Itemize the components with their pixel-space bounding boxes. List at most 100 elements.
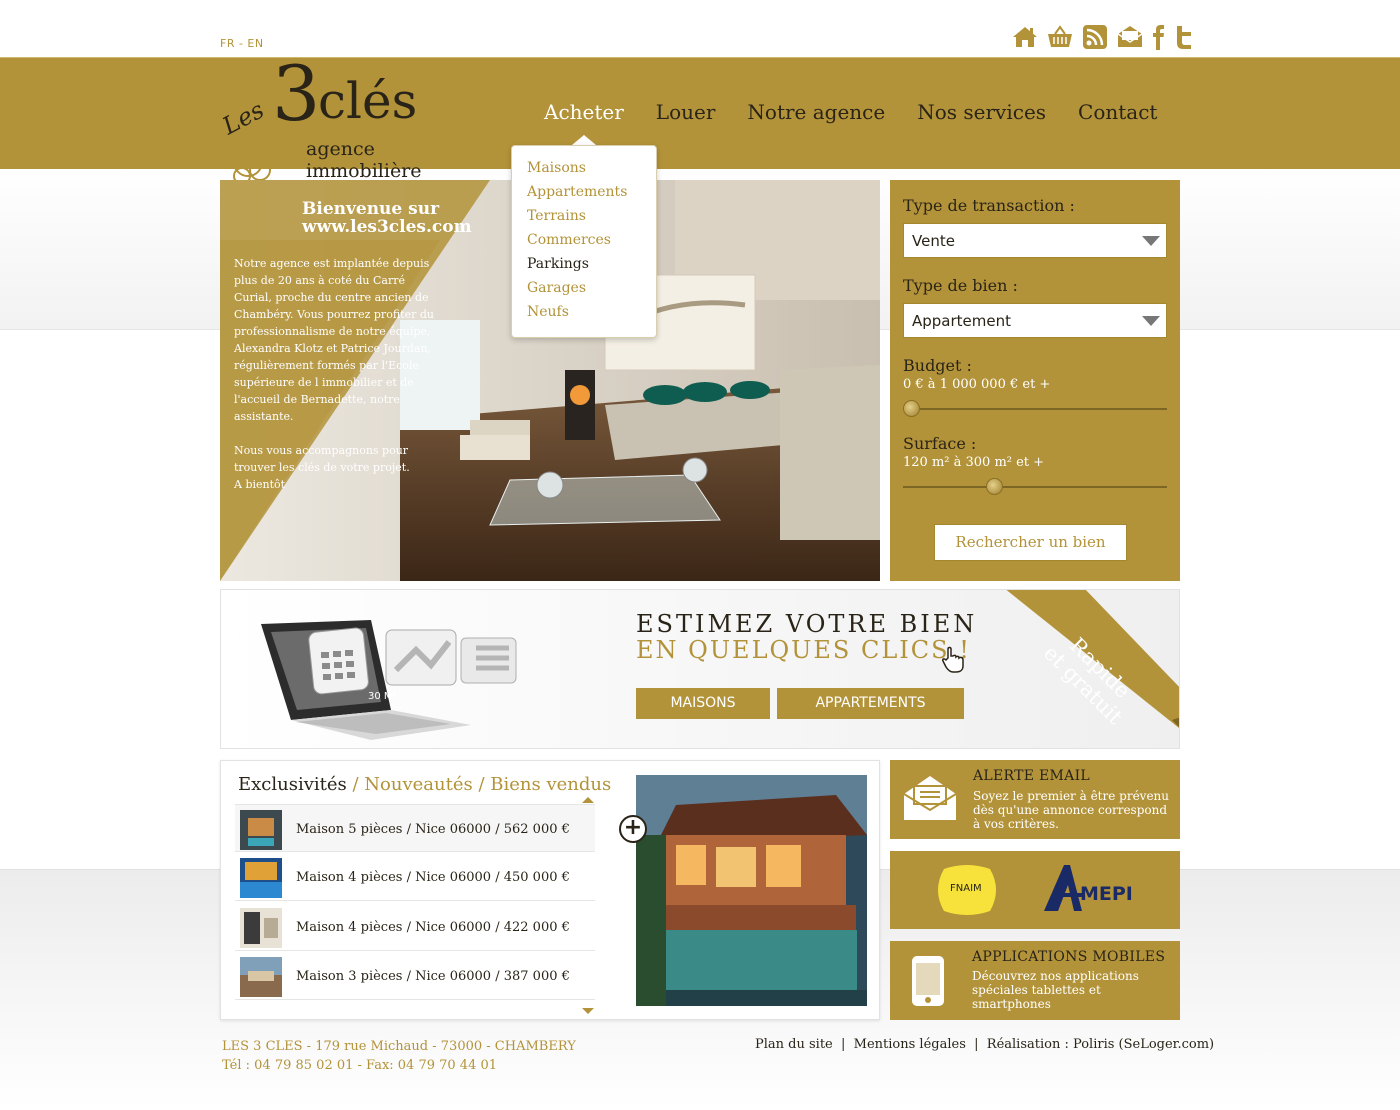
listing-row[interactable]: Maison 5 pièces / Nice 06000 / 562 000 € bbox=[235, 804, 595, 852]
listing-row[interactable]: Maison 3 pièces / Nice 06000 / 387 000 € bbox=[235, 952, 595, 1000]
acheter-dropdown-menu: Maisons Appartements Terrains Commerces … bbox=[511, 145, 657, 338]
bien-value: Appartement bbox=[912, 312, 1012, 330]
search-panel: Type de transaction : Vente Type de bien… bbox=[890, 180, 1180, 581]
hero-signoff: A bientôt bbox=[234, 478, 286, 491]
nav-nos-services[interactable]: Nos services bbox=[917, 100, 1046, 124]
smartphone-icon bbox=[912, 956, 944, 1006]
laptop-screen-text: 30 M² bbox=[368, 691, 397, 702]
bien-select[interactable]: Appartement bbox=[903, 303, 1167, 338]
listings-tabs: Exclusivités / Nouveautés / Biens vendus bbox=[238, 774, 611, 795]
fnaim-label: FNAIM bbox=[950, 883, 982, 894]
hero-paragraph: Notre agence est implantée depuis plus d… bbox=[234, 257, 434, 423]
transaction-select[interactable]: Vente bbox=[903, 223, 1167, 258]
menu-item-commerces[interactable]: Commerces bbox=[527, 232, 656, 256]
alert-title: ALERTE EMAIL bbox=[973, 768, 1091, 784]
hero-welcome: Bienvenue sur www.les3cles.com bbox=[302, 200, 472, 236]
slider-handle[interactable] bbox=[903, 400, 920, 417]
footer-address: LES 3 CLES - 179 rue Michaud - 73000 - C… bbox=[222, 1037, 576, 1075]
scroll-up-icon[interactable] bbox=[582, 797, 594, 803]
estimate-subtitle: EN QUELQUES CLICS ! bbox=[636, 636, 971, 664]
estimate-banner: 30 M² ESTIMEZ VOTRE BIEN EN QUELQUES CLI… bbox=[220, 589, 1180, 749]
footer-separator: | bbox=[832, 1037, 854, 1052]
estimate-maisons-button[interactable]: MAISONS bbox=[636, 688, 770, 719]
footer-links: Plan du site | Mentions légales | Réalis… bbox=[755, 1037, 1214, 1052]
listing-thumbnail bbox=[240, 957, 282, 997]
tab-separator: / bbox=[472, 774, 491, 795]
listing-title: Maison 3 pièces / Nice 06000 / 387 000 € bbox=[296, 969, 570, 984]
listing-title: Maison 4 pièces / Nice 06000 / 450 000 € bbox=[296, 870, 570, 885]
estimate-appartements-button[interactable]: APPARTEMENTS bbox=[777, 688, 964, 719]
transaction-label: Type de transaction : bbox=[903, 196, 1075, 215]
envelope-icon bbox=[903, 776, 957, 820]
menu-item-parkings[interactable]: Parkings bbox=[527, 256, 656, 280]
logo-subtitle: agence immobilière bbox=[306, 138, 422, 182]
logo-three: 3 bbox=[272, 49, 321, 138]
basket-icon[interactable] bbox=[1045, 24, 1074, 50]
listing-row[interactable]: Maison 4 pièces / Nice 06000 / 422 000 € bbox=[235, 903, 595, 951]
surface-range: 120 m² à 300 m² et + bbox=[903, 455, 1045, 470]
budget-range: 0 € à 1 000 000 € et + bbox=[903, 377, 1051, 392]
mobile-apps-box[interactable]: APPLICATIONS MOBILES Découvrez nos appli… bbox=[890, 941, 1180, 1020]
footer-separator: | bbox=[965, 1037, 987, 1052]
footer-plan-link[interactable]: Plan du site bbox=[755, 1037, 833, 1052]
chevron-down-icon bbox=[1142, 316, 1160, 326]
language-switcher[interactable]: FR - EN bbox=[220, 37, 264, 50]
listing-title: Maison 4 pièces / Nice 06000 / 422 000 € bbox=[296, 920, 570, 935]
email-alert-box[interactable]: ALERTE EMAIL Soyez le premier à être pré… bbox=[890, 760, 1180, 839]
listing-row[interactable]: Maison 4 pièces / Nice 06000 / 450 000 € bbox=[235, 853, 595, 901]
tab-biens-vendus[interactable]: Biens vendus bbox=[490, 774, 611, 795]
apps-description: Découvrez nos applications spéciales tab… bbox=[972, 969, 1139, 1011]
tab-exclusivites[interactable]: Exclusivités bbox=[238, 774, 347, 795]
rss-icon[interactable] bbox=[1080, 24, 1109, 50]
menu-item-garages[interactable]: Garages bbox=[527, 280, 656, 304]
apps-title: APPLICATIONS MOBILES bbox=[972, 949, 1166, 965]
alert-description: Soyez le premier à être prévenu dès qu'u… bbox=[973, 789, 1170, 831]
slider-track bbox=[903, 486, 1167, 488]
menu-item-appartements[interactable]: Appartements bbox=[527, 184, 656, 208]
social-icons bbox=[1010, 24, 1194, 50]
laptop-calculator-image bbox=[261, 620, 517, 740]
menu-item-neufs[interactable]: Neufs bbox=[527, 304, 656, 328]
listing-thumbnail bbox=[240, 858, 282, 898]
amepi-label: MEPI bbox=[1080, 883, 1133, 905]
scroll-down-icon[interactable] bbox=[582, 1008, 594, 1014]
partners-box: FNAIM MEPI bbox=[890, 851, 1180, 929]
listings-panel: Exclusivités / Nouveautés / Biens vendus… bbox=[220, 760, 880, 1020]
search-button[interactable]: Rechercher un bien bbox=[934, 524, 1127, 561]
slider-handle[interactable] bbox=[986, 478, 1003, 495]
home-icon[interactable] bbox=[1010, 24, 1039, 50]
menu-item-terrains[interactable]: Terrains bbox=[527, 208, 656, 232]
nav-notre-agence[interactable]: Notre agence bbox=[747, 100, 885, 124]
footer-realisation-link[interactable]: Réalisation : Poliris (SeLoger.com) bbox=[987, 1037, 1214, 1052]
bien-label: Type de bien : bbox=[903, 276, 1018, 295]
budget-slider[interactable] bbox=[903, 398, 1167, 418]
transaction-value: Vente bbox=[912, 232, 955, 250]
surface-slider[interactable] bbox=[903, 476, 1167, 496]
mail-icon[interactable] bbox=[1115, 24, 1144, 50]
tab-nouveautes[interactable]: Nouveautés bbox=[364, 774, 472, 795]
twitter-icon[interactable] bbox=[1174, 24, 1194, 50]
surface-label: Surface : bbox=[903, 434, 977, 453]
facebook-icon[interactable] bbox=[1150, 24, 1168, 50]
footer-address-line: LES 3 CLES - 179 rue Michaud - 73000 - C… bbox=[222, 1039, 576, 1054]
add-icon[interactable]: + bbox=[619, 815, 647, 843]
nav-louer[interactable]: Louer bbox=[656, 100, 716, 124]
chevron-down-icon bbox=[1142, 236, 1160, 246]
budget-label: Budget : bbox=[903, 356, 972, 375]
main-nav: Acheter Louer Notre agence Nos services … bbox=[544, 100, 1157, 145]
logo-cles: clés bbox=[318, 72, 418, 130]
footer-mentions-link[interactable]: Mentions légales bbox=[854, 1037, 966, 1052]
hero-welcome-line1: Bienvenue sur bbox=[302, 199, 440, 219]
nav-acheter[interactable]: Acheter bbox=[544, 100, 624, 145]
nav-contact[interactable]: Contact bbox=[1078, 100, 1157, 124]
hand-cursor-icon bbox=[942, 646, 964, 673]
tab-separator: / bbox=[346, 774, 365, 795]
listing-photo[interactable] bbox=[636, 775, 867, 1006]
slider-track bbox=[903, 408, 1167, 410]
hero-welcome-line2: www.les3cles.com bbox=[302, 217, 472, 237]
menu-item-maisons[interactable]: Maisons bbox=[527, 160, 656, 184]
hero-text: Notre agence est implantée depuis plus d… bbox=[234, 255, 444, 493]
listing-title: Maison 5 pièces / Nice 06000 / 562 000 € bbox=[296, 822, 570, 837]
listing-thumbnail bbox=[240, 810, 282, 850]
hero-paragraph: Nous vous accompagnons pour trouver les … bbox=[234, 444, 410, 474]
